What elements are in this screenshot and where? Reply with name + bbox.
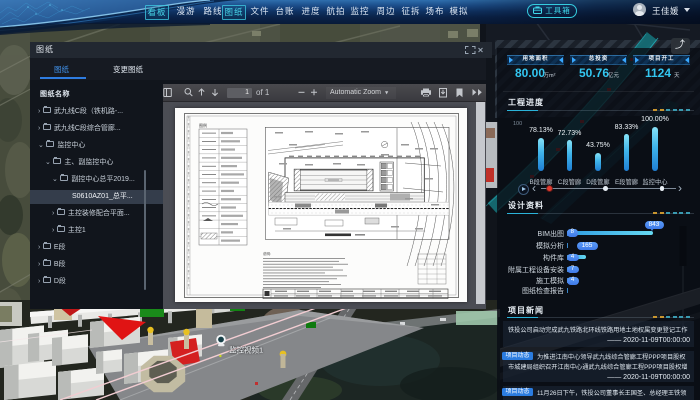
svg-text:监控视频1: 监控视频1: [229, 345, 263, 355]
svg-text:说明:: 说明:: [263, 251, 271, 256]
svg-text:图例: 图例: [199, 122, 207, 128]
